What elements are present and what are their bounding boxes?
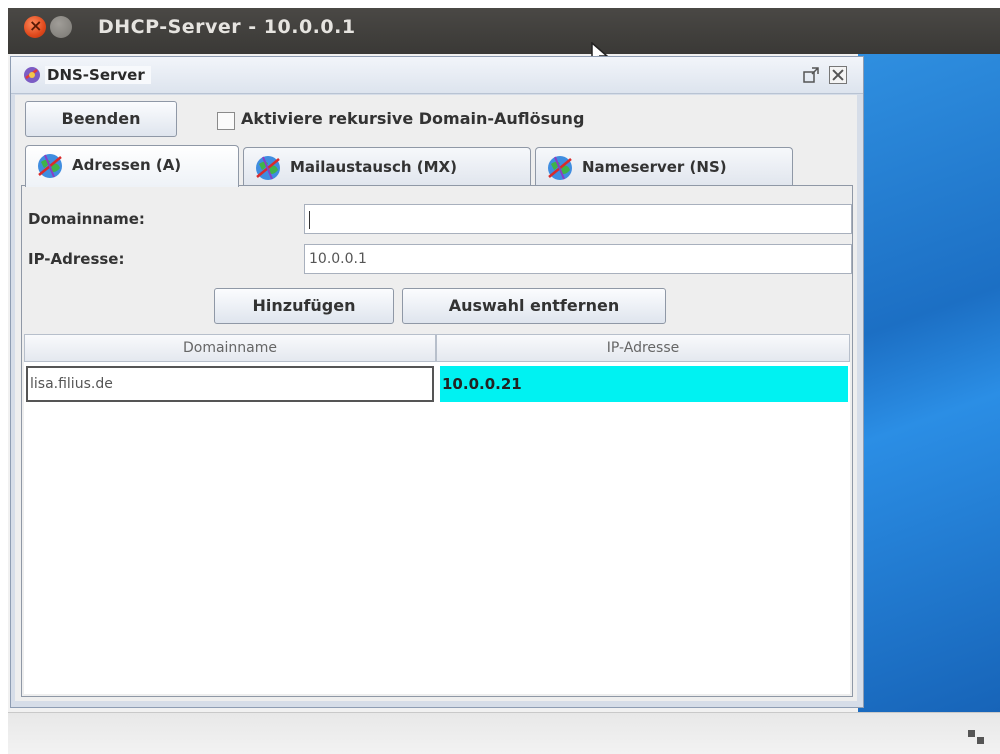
table-row[interactable]: lisa.filius.de 10.0.0.21 [24, 364, 850, 404]
close-icon[interactable] [24, 16, 46, 38]
table-cell-ip-address[interactable]: 10.0.0.21 [440, 366, 848, 402]
ip-address-input[interactable]: 10.0.0.1 [304, 244, 852, 274]
recursive-resolution-label[interactable]: Aktiviere rekursive Domain-Auflösung [241, 109, 584, 128]
beenden-button[interactable]: Beenden [25, 101, 177, 137]
ip-address-label: IP-Adresse: [28, 250, 125, 268]
column-header-domainname[interactable]: Domainname [24, 334, 436, 362]
resize-grip-icon[interactable] [966, 726, 986, 746]
desktop-background [858, 54, 1000, 712]
tab-panel-adressen: Domainname: IP-Adresse: 10.0.0.1 Hinzufü… [21, 185, 853, 697]
maximize-icon[interactable] [803, 67, 819, 83]
tab-adressen[interactable]: Adressen (A) [25, 145, 239, 187]
globe-icon [256, 156, 280, 180]
domainname-label: Domainname: [28, 210, 145, 228]
column-header-ip-address[interactable]: IP-Adresse [436, 334, 850, 362]
remove-selection-button[interactable]: Auswahl entfernen [402, 288, 666, 324]
window-title: DHCP-Server - 10.0.0.1 [98, 16, 356, 38]
domainname-input[interactable] [304, 204, 852, 234]
dns-server-titlebar[interactable]: DNS-Server [11, 57, 863, 94]
tab-label: Adressen (A) [72, 156, 182, 174]
tab-label: Mailaustausch (MX) [290, 158, 457, 176]
minimize-icon[interactable] [50, 16, 72, 38]
dns-server-app-icon [24, 67, 40, 83]
tab-mailaustausch[interactable]: Mailaustausch (MX) [243, 147, 531, 185]
status-bar [8, 712, 1000, 754]
close-icon[interactable] [829, 66, 847, 84]
tab-nameserver[interactable]: Nameserver (NS) [535, 147, 793, 185]
dns-server-title: DNS-Server [45, 66, 151, 84]
dns-records-table: Domainname IP-Adresse lisa.filius.de 10.… [24, 334, 850, 694]
dns-server-content: Beenden Aktiviere rekursive Domain-Auflö… [15, 95, 857, 701]
globe-icon [38, 154, 62, 178]
table-cell-domainname[interactable]: lisa.filius.de [26, 366, 434, 402]
tab-label: Nameserver (NS) [582, 158, 727, 176]
window-titlebar: DHCP-Server - 10.0.0.1 [8, 8, 1000, 54]
recursive-resolution-checkbox[interactable] [217, 112, 235, 130]
dns-server-window: DNS-Server Beenden Aktiviere rekursive D… [10, 56, 864, 708]
table-header: Domainname IP-Adresse [24, 334, 850, 362]
add-button[interactable]: Hinzufügen [214, 288, 394, 324]
globe-icon [548, 156, 572, 180]
